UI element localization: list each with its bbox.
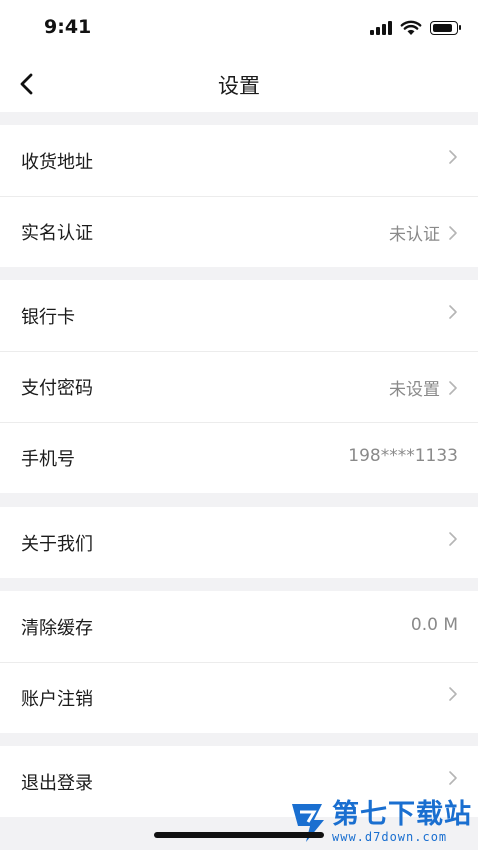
row-label: 实名认证	[21, 223, 93, 244]
chevron-right-icon	[449, 380, 457, 395]
settings-row-shipping-address[interactable]: 收货地址	[0, 125, 478, 196]
chevron-right-icon	[449, 687, 457, 701]
watermark-title: 第七下载站	[332, 799, 472, 830]
chevron-right-icon	[449, 771, 457, 785]
settings-group-payment: 银行卡 支付密码 未设置 手机号 198****1133	[0, 280, 478, 493]
payment-password-status: 未设置	[389, 380, 440, 400]
watermark-url: www.d7down.com	[332, 830, 448, 844]
row-label: 清除缓存	[21, 618, 93, 639]
row-label: 银行卡	[21, 307, 75, 328]
verification-status: 未认证	[389, 225, 440, 245]
settings-row-clear-cache[interactable]: 清除缓存 0.0 M	[0, 591, 478, 662]
cellular-signal-icon	[370, 21, 392, 35]
row-label: 关于我们	[21, 534, 93, 555]
page-title: 设置	[218, 74, 260, 98]
settings-group-account: 收货地址 实名认证 未认证	[0, 125, 478, 267]
settings-row-about-us[interactable]: 关于我们	[0, 507, 478, 578]
settings-row-delete-account[interactable]: 账户注销	[0, 662, 478, 733]
wifi-icon	[400, 20, 422, 35]
battery-icon	[430, 21, 461, 35]
chevron-right-icon	[449, 150, 457, 164]
row-label: 手机号	[21, 449, 75, 470]
row-label: 收货地址	[21, 152, 93, 173]
chevron-right-icon	[449, 225, 457, 240]
row-label: 退出登录	[21, 773, 93, 794]
settings-row-payment-password[interactable]: 支付密码 未设置	[0, 351, 478, 422]
status-icons	[370, 20, 461, 36]
row-label: 支付密码	[21, 378, 93, 399]
settings-group-about: 关于我们	[0, 507, 478, 578]
settings-row-bank-card[interactable]: 银行卡	[0, 280, 478, 351]
status-time: 9:41	[44, 16, 92, 38]
home-indicator[interactable]	[154, 832, 324, 838]
nav-bar: 设置	[0, 56, 478, 112]
settings-row-real-name-verification[interactable]: 实名认证 未认证	[0, 196, 478, 267]
settings-group-storage: 清除缓存 0.0 M 账户注销	[0, 591, 478, 733]
cache-size-value: 0.0 M	[410, 615, 458, 635]
phone-number-value: 198****1133	[348, 446, 458, 466]
settings-screen: 9:41 设置 收货地址 实名认证 未认证 银行卡 支付密码 未设置 手机号 1…	[0, 0, 478, 850]
chevron-right-icon	[449, 532, 457, 546]
status-bar: 9:41	[0, 0, 478, 56]
settings-row-phone-number: 手机号 198****1133	[0, 422, 478, 493]
row-label: 账户注销	[21, 689, 93, 710]
chevron-right-icon	[449, 305, 457, 319]
